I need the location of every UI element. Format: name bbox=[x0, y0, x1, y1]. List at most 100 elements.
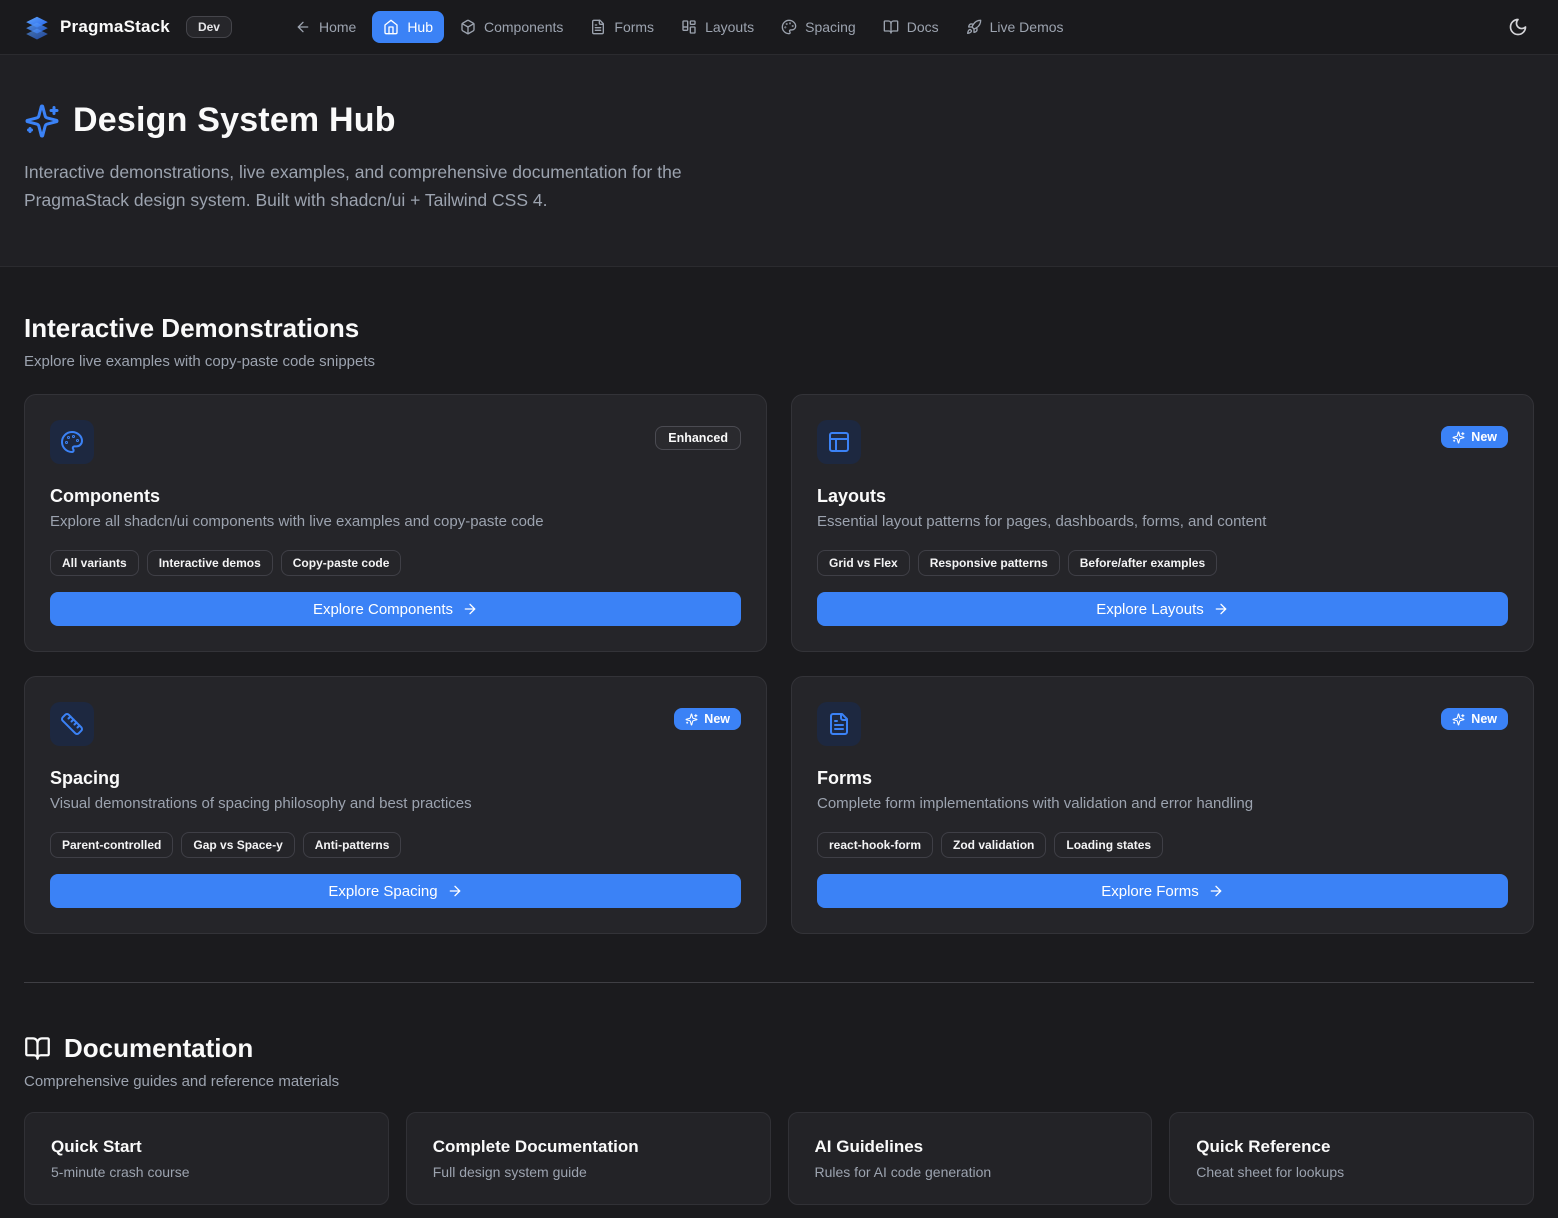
nav-item-components[interactable]: Components bbox=[449, 11, 574, 43]
badge-label: New bbox=[1471, 712, 1497, 726]
nav-item-layouts[interactable]: Layouts bbox=[670, 11, 765, 43]
new-badge: New bbox=[1441, 708, 1508, 730]
brand: PragmaStack Dev bbox=[24, 14, 232, 40]
arrow-left-icon bbox=[295, 19, 311, 35]
env-badge: Dev bbox=[186, 16, 232, 38]
tag: Gap vs Space-y bbox=[181, 832, 294, 858]
tag-row: react-hook-form Zod validation Loading s… bbox=[817, 832, 1508, 858]
nav-item-home[interactable]: Home bbox=[284, 11, 367, 43]
tag: Loading states bbox=[1054, 832, 1163, 858]
theme-toggle-button[interactable] bbox=[1502, 11, 1534, 43]
doc-card-subtitle: Cheat sheet for lookups bbox=[1196, 1164, 1507, 1180]
arrow-right-icon bbox=[462, 601, 478, 617]
book-open-icon bbox=[24, 1035, 51, 1062]
button-label: Explore Forms bbox=[1101, 883, 1199, 900]
nav-item-docs[interactable]: Docs bbox=[872, 11, 950, 43]
demo-card-layouts: New Layouts Essential layout patterns fo… bbox=[791, 394, 1534, 652]
demos-section-subtitle: Explore live examples with copy-paste co… bbox=[24, 353, 1534, 370]
file-text-icon bbox=[827, 712, 851, 736]
brand-name: PragmaStack bbox=[60, 17, 170, 37]
nav-label: Docs bbox=[907, 19, 939, 35]
doc-card-subtitle: Full design system guide bbox=[433, 1164, 744, 1180]
explore-components-button[interactable]: Explore Components bbox=[50, 592, 741, 626]
explore-spacing-button[interactable]: Explore Spacing bbox=[50, 874, 741, 908]
nav-label: Hub bbox=[407, 19, 433, 35]
panels-top-left-icon bbox=[827, 430, 851, 454]
doc-card-title: Complete Documentation bbox=[433, 1137, 744, 1157]
card-title: Forms bbox=[817, 768, 1508, 789]
new-badge: New bbox=[1441, 426, 1508, 448]
tag: Zod validation bbox=[941, 832, 1046, 858]
docs-cards-grid: Quick Start 5-minute crash course Comple… bbox=[24, 1112, 1534, 1205]
tag: Responsive patterns bbox=[918, 550, 1060, 576]
tag: Anti-patterns bbox=[303, 832, 402, 858]
nav-item-hub[interactable]: Hub bbox=[372, 11, 444, 43]
file-text-icon bbox=[590, 19, 606, 35]
tag: All variants bbox=[50, 550, 139, 576]
card-icon-tile bbox=[50, 702, 94, 746]
card-description: Explore all shadcn/ui components with li… bbox=[50, 513, 741, 530]
tag: Copy-paste code bbox=[281, 550, 402, 576]
home-icon bbox=[383, 19, 399, 35]
card-title: Components bbox=[50, 486, 741, 507]
card-icon-tile bbox=[50, 420, 94, 464]
nav-label: Layouts bbox=[705, 19, 754, 35]
arrow-right-icon bbox=[447, 883, 463, 899]
card-icon-tile bbox=[817, 702, 861, 746]
tag: Parent-controlled bbox=[50, 832, 173, 858]
moon-icon bbox=[1508, 17, 1528, 37]
card-title: Spacing bbox=[50, 768, 741, 789]
explore-forms-button[interactable]: Explore Forms bbox=[817, 874, 1508, 908]
nav-item-spacing[interactable]: Spacing bbox=[770, 11, 867, 43]
doc-card-title: AI Guidelines bbox=[815, 1137, 1126, 1157]
sparkles-icon bbox=[24, 103, 60, 139]
sparkles-icon bbox=[1452, 713, 1465, 726]
demo-card-forms: New Forms Complete form implementations … bbox=[791, 676, 1534, 934]
arrow-right-icon bbox=[1213, 601, 1229, 617]
docs-section-subtitle: Comprehensive guides and reference mater… bbox=[24, 1073, 1534, 1090]
arrow-right-icon bbox=[1208, 883, 1224, 899]
demo-card-components: Enhanced Components Explore all shadcn/u… bbox=[24, 394, 767, 652]
tag-row: Parent-controlled Gap vs Space-y Anti-pa… bbox=[50, 832, 741, 858]
sparkles-icon bbox=[685, 713, 698, 726]
ruler-icon bbox=[60, 712, 84, 736]
page-title: Design System Hub bbox=[73, 101, 396, 140]
top-navbar: PragmaStack Dev Home Hub Components Form… bbox=[0, 0, 1558, 55]
nav-label: Home bbox=[319, 19, 356, 35]
tag: Interactive demos bbox=[147, 550, 273, 576]
card-title: Layouts bbox=[817, 486, 1508, 507]
tag-row: All variants Interactive demos Copy-past… bbox=[50, 550, 741, 576]
tag-row: Grid vs Flex Responsive patterns Before/… bbox=[817, 550, 1508, 576]
demos-section-title: Interactive Demonstrations bbox=[24, 313, 1534, 344]
layout-dashboard-icon bbox=[681, 19, 697, 35]
doc-card-title: Quick Reference bbox=[1196, 1137, 1507, 1157]
doc-card-subtitle: 5-minute crash course bbox=[51, 1164, 362, 1180]
nav-label: Live Demos bbox=[990, 19, 1064, 35]
layers-icon bbox=[24, 14, 50, 40]
tag: react-hook-form bbox=[817, 832, 933, 858]
doc-card-title: Quick Start bbox=[51, 1137, 362, 1157]
doc-card-ai-guidelines[interactable]: AI Guidelines Rules for AI code generati… bbox=[788, 1112, 1153, 1205]
page-description: Interactive demonstrations, live example… bbox=[24, 158, 748, 214]
nav-item-forms[interactable]: Forms bbox=[579, 11, 665, 43]
doc-card-quick-reference[interactable]: Quick Reference Cheat sheet for lookups bbox=[1169, 1112, 1534, 1205]
badge-label: New bbox=[704, 712, 730, 726]
main-nav: Home Hub Components Forms Layouts Spacin… bbox=[284, 11, 1075, 43]
main-content: Interactive Demonstrations Explore live … bbox=[0, 313, 1558, 1205]
box-icon bbox=[460, 19, 476, 35]
sparkles-icon bbox=[1452, 431, 1465, 444]
doc-card-quick-start[interactable]: Quick Start 5-minute crash course bbox=[24, 1112, 389, 1205]
badge-label: New bbox=[1471, 430, 1497, 444]
nav-label: Components bbox=[484, 19, 563, 35]
doc-card-complete-documentation[interactable]: Complete Documentation Full design syste… bbox=[406, 1112, 771, 1205]
card-description: Complete form implementations with valid… bbox=[817, 795, 1508, 812]
book-open-icon bbox=[883, 19, 899, 35]
card-icon-tile bbox=[817, 420, 861, 464]
palette-icon bbox=[60, 430, 84, 454]
section-divider bbox=[24, 982, 1534, 983]
tag: Before/after examples bbox=[1068, 550, 1217, 576]
explore-layouts-button[interactable]: Explore Layouts bbox=[817, 592, 1508, 626]
new-badge: New bbox=[674, 708, 741, 730]
demo-card-spacing: New Spacing Visual demonstrations of spa… bbox=[24, 676, 767, 934]
nav-item-live-demos[interactable]: Live Demos bbox=[955, 11, 1075, 43]
